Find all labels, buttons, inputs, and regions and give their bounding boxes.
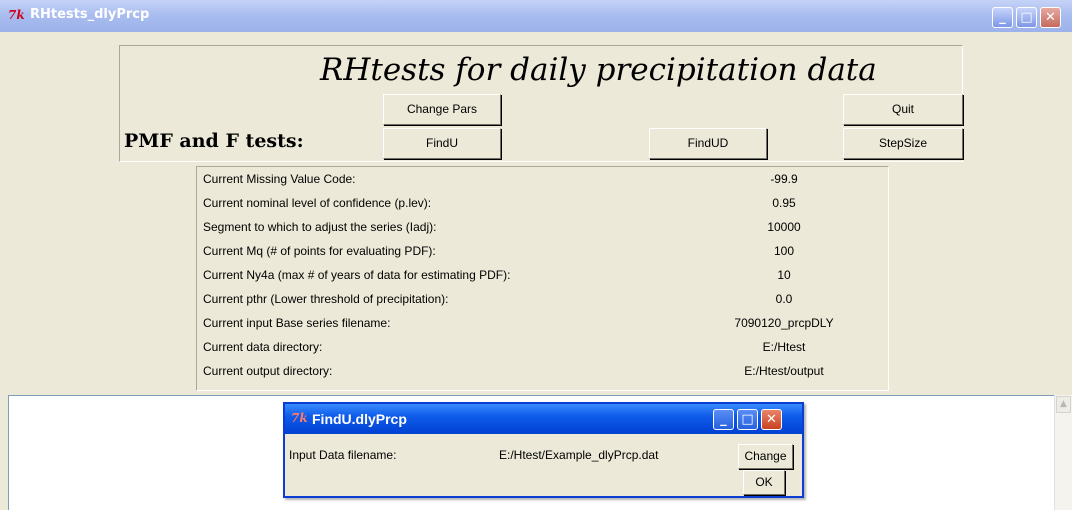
- param-row: Current Ny4a (max # of years of data for…: [197, 265, 888, 287]
- param-row: Current input Base series filename: 7090…: [197, 313, 888, 335]
- param-value: -99.9: [770, 172, 798, 186]
- findud-button[interactable]: FindUD: [649, 128, 767, 159]
- dialog-titlebar[interactable]: 7k FindU.dlyPrcp _ □ ✕: [285, 404, 802, 434]
- maximize-icon: □: [741, 412, 754, 427]
- close-button[interactable]: ✕: [1040, 7, 1061, 28]
- findu-dialog: 7k FindU.dlyPrcp _ □ ✕ Input Data filena…: [283, 402, 804, 498]
- param-row: Current nominal level of confidence (p.l…: [197, 193, 888, 215]
- input-filename-value: E:/Htest/Example_dlyPrcp.dat: [499, 448, 659, 462]
- scroll-up-arrow-icon[interactable]: ▲: [1056, 396, 1071, 413]
- param-label: Current Missing Value Code:: [203, 172, 356, 186]
- close-icon: ✕: [766, 412, 777, 427]
- param-label: Current data directory:: [203, 340, 323, 354]
- param-row: Current pthr (Lower threshold of precipi…: [197, 289, 888, 311]
- findu-button[interactable]: FindU: [383, 128, 501, 159]
- close-icon: ✕: [1045, 10, 1056, 25]
- stepsize-button[interactable]: StepSize: [843, 128, 963, 159]
- param-value: 0.95: [772, 196, 796, 210]
- window-title: RHtests_dlyPrcp: [30, 7, 150, 22]
- change-pars-button[interactable]: Change Pars: [383, 94, 501, 125]
- param-row: Current output directory: E:/Htest/outpu…: [197, 361, 888, 383]
- vertical-scrollbar[interactable]: ▲: [1054, 395, 1072, 510]
- param-label: Current Ny4a (max # of years of data for…: [203, 268, 511, 282]
- minimize-icon: _: [720, 412, 727, 427]
- minimize-icon: _: [999, 10, 1006, 25]
- param-row: Current Mq (# of points for evaluating P…: [197, 241, 888, 263]
- dialog-minimize-button[interactable]: _: [713, 409, 734, 430]
- param-label: Current input Base series filename:: [203, 316, 391, 330]
- page-title: RHtests for daily precipitation data: [320, 52, 877, 88]
- param-value: 10: [777, 268, 791, 282]
- param-label: Current Mq (# of points for evaluating P…: [203, 244, 436, 258]
- param-label: Current output directory:: [203, 364, 333, 378]
- param-value: 10000: [767, 220, 801, 234]
- maximize-button[interactable]: □: [1016, 7, 1037, 28]
- dialog-close-button[interactable]: ✕: [761, 409, 782, 430]
- ok-button[interactable]: OK: [743, 470, 785, 495]
- maximize-icon: □: [1020, 10, 1033, 25]
- param-label: Segment to which to adjust the series (I…: [203, 220, 437, 234]
- param-row: Current data directory: E:/Htest: [197, 337, 888, 359]
- param-label: Current nominal level of confidence (p.l…: [203, 196, 432, 210]
- quit-button[interactable]: Quit: [843, 94, 963, 125]
- change-button[interactable]: Change: [738, 444, 793, 469]
- param-value: 7090120_prcpDLY: [734, 316, 834, 330]
- parameters-panel: Current Missing Value Code: -99.9 Curren…: [196, 166, 889, 391]
- param-value: E:/Htest: [762, 340, 806, 354]
- dialog-title: FindU.dlyPrcp: [312, 411, 407, 427]
- dialog-maximize-button[interactable]: □: [737, 409, 758, 430]
- param-value: E:/Htest/output: [744, 364, 824, 378]
- param-row: Segment to which to adjust the series (I…: [197, 217, 888, 239]
- window-titlebar[interactable]: 7k RHtests_dlyPrcp _ □ ✕: [0, 0, 1072, 32]
- tk-logo-icon: 7k: [291, 411, 308, 425]
- param-value: 0.0: [775, 292, 793, 306]
- input-filename-label: Input Data filename:: [289, 448, 397, 462]
- minimize-button[interactable]: _: [992, 7, 1013, 28]
- param-value: 100: [773, 244, 795, 258]
- param-label: Current pthr (Lower threshold of precipi…: [203, 292, 449, 306]
- section-label: PMF and F tests:: [124, 130, 304, 152]
- tk-logo-icon: 7k: [8, 8, 25, 22]
- param-row: Current Missing Value Code: -99.9: [197, 169, 888, 191]
